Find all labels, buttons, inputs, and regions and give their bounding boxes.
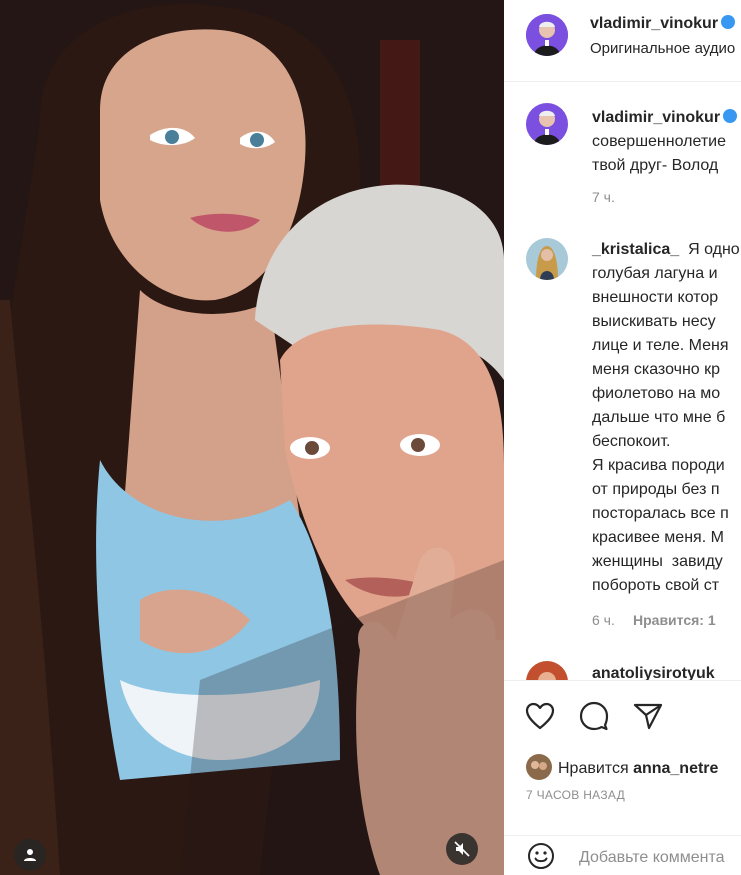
comment-first-text-value: Я одно — [688, 241, 740, 258]
mute-icon — [454, 841, 470, 857]
like-button[interactable] — [523, 699, 557, 733]
post-photo — [0, 0, 504, 875]
comment-icon — [579, 701, 609, 731]
author-username[interactable]: vladimir_vinokur — [590, 15, 736, 33]
comments-list[interactable]: vladimir_vinokur совершеннолетие твой др… — [504, 83, 741, 680]
comment-time[interactable]: 6 ч. — [592, 612, 615, 628]
mute-button[interactable] — [446, 833, 478, 865]
likes-prefix: Нравится — [558, 760, 629, 777]
comment-line: лице и теле. Меня — [592, 337, 729, 354]
heart-icon — [525, 702, 555, 730]
comment-line: беспокоит. — [592, 433, 671, 450]
commenter-username[interactable]: _kristalica_ — [592, 241, 679, 258]
comment-line: красивее меня. М — [592, 529, 724, 546]
caption-avatar[interactable] — [526, 103, 568, 145]
audio-link[interactable]: Оригинальное аудио — [590, 40, 735, 57]
liker-avatar — [526, 754, 552, 780]
comment-line: фиолетово на мо — [592, 385, 721, 402]
post-header: vladimir_vinokur Оригинальное аудио — [504, 0, 741, 82]
author-avatar[interactable] — [526, 14, 568, 56]
avatar-image — [526, 103, 568, 145]
comment-line: голубая лагуна и — [592, 265, 718, 282]
verified-icon — [723, 109, 738, 123]
post-time[interactable]: 7 ЧАСОВ НАЗАД — [526, 788, 625, 802]
verified-icon — [721, 15, 736, 29]
caption-line: совершеннолетие — [592, 133, 727, 150]
comment-first-line: _kristalica_ Я одно — [592, 238, 740, 262]
comment-line: меня сказочно кр — [592, 361, 721, 378]
emoji-icon — [528, 843, 554, 869]
author-username-text[interactable]: vladimir_vinokur — [590, 15, 718, 32]
avatar-image — [526, 238, 568, 280]
user-icon — [24, 849, 36, 861]
comment-line: дальше что мне б — [592, 409, 726, 426]
share-button[interactable] — [631, 699, 665, 733]
share-icon — [633, 703, 663, 730]
commenter-avatar[interactable] — [526, 238, 568, 280]
comment-line: женщины завиду — [592, 553, 723, 570]
comment-line: от природы без п — [592, 481, 720, 498]
commenter-username[interactable]: anatoliysirotyuk — [592, 665, 715, 680]
caption-line: твой друг- Волод — [592, 157, 719, 174]
comment-line: посторалась все п — [592, 505, 729, 522]
likes-summary[interactable]: Нравится anna_netre — [526, 754, 718, 780]
comment-input[interactable]: Добавьте коммента — [579, 849, 725, 867]
comment-line: Я красива породи — [592, 457, 725, 474]
commenter-avatar[interactable] — [526, 661, 568, 680]
avatar-image — [526, 661, 568, 680]
post-side-panel: vladimir_vinokur Оригинальное аудио vlad… — [504, 0, 741, 875]
comment-line: побороть свой ст — [592, 577, 720, 594]
emoji-button[interactable] — [524, 839, 558, 873]
avatar-image — [526, 14, 568, 56]
tagged-users-button[interactable] — [14, 839, 46, 871]
post-media[interactable] — [0, 0, 504, 875]
comment-button[interactable] — [577, 699, 611, 733]
comment-line: внешности котор — [592, 289, 719, 306]
comment-line: выискивать несу — [592, 313, 716, 330]
comment-likes[interactable]: Нравится: 1 — [633, 612, 716, 628]
caption-username[interactable]: vladimir_vinokur — [592, 109, 738, 127]
likes-user[interactable]: anna_netre — [633, 760, 718, 777]
caption-time[interactable]: 7 ч. — [592, 189, 615, 205]
comment-first-text — [679, 241, 688, 258]
add-comment-bar: Добавьте коммента — [504, 835, 741, 875]
caption-username-text[interactable]: vladimir_vinokur — [592, 109, 720, 126]
